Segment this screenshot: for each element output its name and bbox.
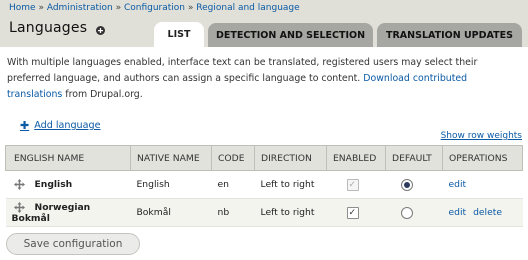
column-operations: OPERATIONS bbox=[442, 145, 523, 171]
edit-link[interactable]: edit bbox=[449, 179, 467, 190]
save-configuration-button[interactable]: Save configuration bbox=[6, 233, 140, 255]
table-header-row: ENGLISH NAME NATIVE NAME CODE DIRECTION … bbox=[5, 145, 523, 171]
add-shortcut-icon[interactable] bbox=[96, 26, 105, 35]
drag-handle-icon[interactable] bbox=[13, 201, 25, 213]
default-cell bbox=[385, 198, 443, 227]
column-enabled: ENABLED bbox=[326, 145, 386, 171]
breadcrumb-configuration[interactable]: Configuration bbox=[124, 3, 185, 13]
enabled-checkbox[interactable]: ✓ bbox=[346, 206, 359, 219]
checkmark-icon: ✓ bbox=[348, 207, 357, 218]
default-radio[interactable] bbox=[400, 178, 413, 191]
enabled-cell: ✓ bbox=[326, 198, 386, 227]
breadcrumb: Home » Administration » Configuration » … bbox=[9, 3, 300, 13]
operations-cell: edit bbox=[442, 170, 523, 199]
language-code: nb bbox=[211, 198, 255, 227]
description-suffix: from Drupal.org. bbox=[65, 89, 143, 100]
breadcrumb-separator: » bbox=[38, 3, 44, 13]
add-language-link[interactable]: ✚ Add language bbox=[20, 119, 101, 132]
page-header: Home » Administration » Configuration » … bbox=[0, 0, 528, 47]
enabled-checkbox: ✓ bbox=[346, 178, 359, 191]
add-language-label: Add language bbox=[34, 120, 101, 131]
breadcrumb-separator: » bbox=[115, 3, 122, 13]
breadcrumb-separator: » bbox=[187, 3, 194, 13]
english-name-cell: Norwegian Bokmål bbox=[5, 198, 131, 227]
checkmark-icon: ✓ bbox=[348, 179, 357, 190]
direction: Left to right bbox=[254, 198, 327, 227]
tab-list[interactable]: LIST bbox=[154, 22, 204, 47]
delete-link[interactable]: delete bbox=[473, 207, 502, 218]
breadcrumb-home[interactable]: Home bbox=[9, 3, 36, 13]
column-native-name: NATIVE NAME bbox=[130, 145, 212, 171]
native-name: Bokmål bbox=[130, 198, 212, 227]
operations-cell: edit delete bbox=[442, 198, 523, 227]
table-row: Norwegian Bokmål Bokmål nb Left to right… bbox=[5, 198, 523, 227]
direction: Left to right bbox=[254, 170, 327, 199]
page-title: Languages bbox=[9, 20, 88, 36]
breadcrumb-regional-language[interactable]: Regional and language bbox=[196, 3, 299, 13]
tab-detection-and-selection[interactable]: DETECTION AND SELECTION bbox=[208, 23, 373, 47]
plus-icon: ✚ bbox=[20, 119, 30, 132]
table-row: English English en Left to right ✓ edit bbox=[5, 170, 523, 199]
help-description: With multiple languages enabled, interfa… bbox=[7, 55, 522, 103]
enabled-cell: ✓ bbox=[326, 170, 386, 199]
english-name-cell: English bbox=[5, 170, 131, 199]
drag-handle-icon[interactable] bbox=[13, 179, 25, 190]
column-english-name: ENGLISH NAME bbox=[5, 145, 131, 171]
column-default: DEFAULT bbox=[385, 145, 443, 171]
default-cell bbox=[385, 170, 443, 199]
languages-table: ENGLISH NAME NATIVE NAME CODE DIRECTION … bbox=[5, 145, 523, 227]
native-name: English bbox=[130, 170, 212, 199]
edit-link[interactable]: edit bbox=[449, 207, 467, 218]
show-row-weights-link[interactable]: Show row weights bbox=[441, 131, 522, 141]
tab-translation-updates[interactable]: TRANSLATION UPDATES bbox=[377, 23, 522, 47]
language-code: en bbox=[211, 170, 255, 199]
column-code: CODE bbox=[211, 145, 255, 171]
english-name: English bbox=[34, 179, 73, 190]
breadcrumb-administration[interactable]: Administration bbox=[47, 3, 113, 13]
default-radio[interactable] bbox=[400, 206, 413, 219]
column-direction: DIRECTION bbox=[254, 145, 327, 171]
